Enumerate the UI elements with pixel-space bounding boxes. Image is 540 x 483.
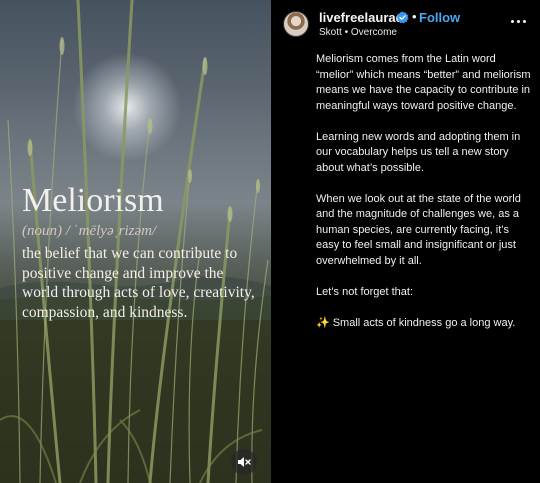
username[interactable]: livefreelaurad xyxy=(319,10,404,25)
post-header: livefreelaurad • Follow Skott • Overcome xyxy=(271,0,540,46)
avatar[interactable] xyxy=(283,11,309,37)
pronunciation: (noun) / ˈmēlyəˌrizəm/ xyxy=(22,223,157,239)
mute-button[interactable] xyxy=(231,449,257,475)
caption-paragraph: Meliorism comes from the Latin word “mel… xyxy=(316,53,531,112)
post-media[interactable]: Meliorism (noun) / ˈmēlyəˌrizəm/ the bel… xyxy=(0,0,271,483)
speaker-muted-icon xyxy=(238,457,251,467)
caption-paragraph: Learning new words and adopting them in … xyxy=(316,130,521,174)
audio-title: Overcome xyxy=(350,27,397,38)
caption-paragraph: Let’s not forget that: xyxy=(316,285,414,298)
definition: the belief that we can contribute to pos… xyxy=(22,245,255,321)
header-separator: • xyxy=(412,9,417,24)
post-side-panel: livefreelaurad • Follow Skott • Overcome… xyxy=(271,0,540,483)
caption-closing: Small acts of kindness go a long way. xyxy=(332,316,516,329)
more-options-icon[interactable] xyxy=(511,14,529,28)
verified-badge-icon xyxy=(396,11,409,24)
audio-separator: • xyxy=(344,27,349,38)
caption-closing-line: ✨ Small acts of kindness go a long way. xyxy=(316,316,532,332)
headword: Meliorism xyxy=(22,182,164,219)
post-caption: Meliorism comes from the Latin word “mel… xyxy=(316,52,532,347)
audio-attribution[interactable]: Skott • Overcome xyxy=(319,27,397,38)
audio-artist: Skott xyxy=(319,27,342,38)
media-text-overlay: Meliorism (noun) / ˈmēlyəˌrizəm/ the bel… xyxy=(22,182,262,322)
caption-paragraph: When we look out at the state of the wor… xyxy=(316,192,521,267)
follow-button[interactable]: Follow xyxy=(419,10,460,25)
sparkles-icon: ✨ xyxy=(316,316,330,329)
